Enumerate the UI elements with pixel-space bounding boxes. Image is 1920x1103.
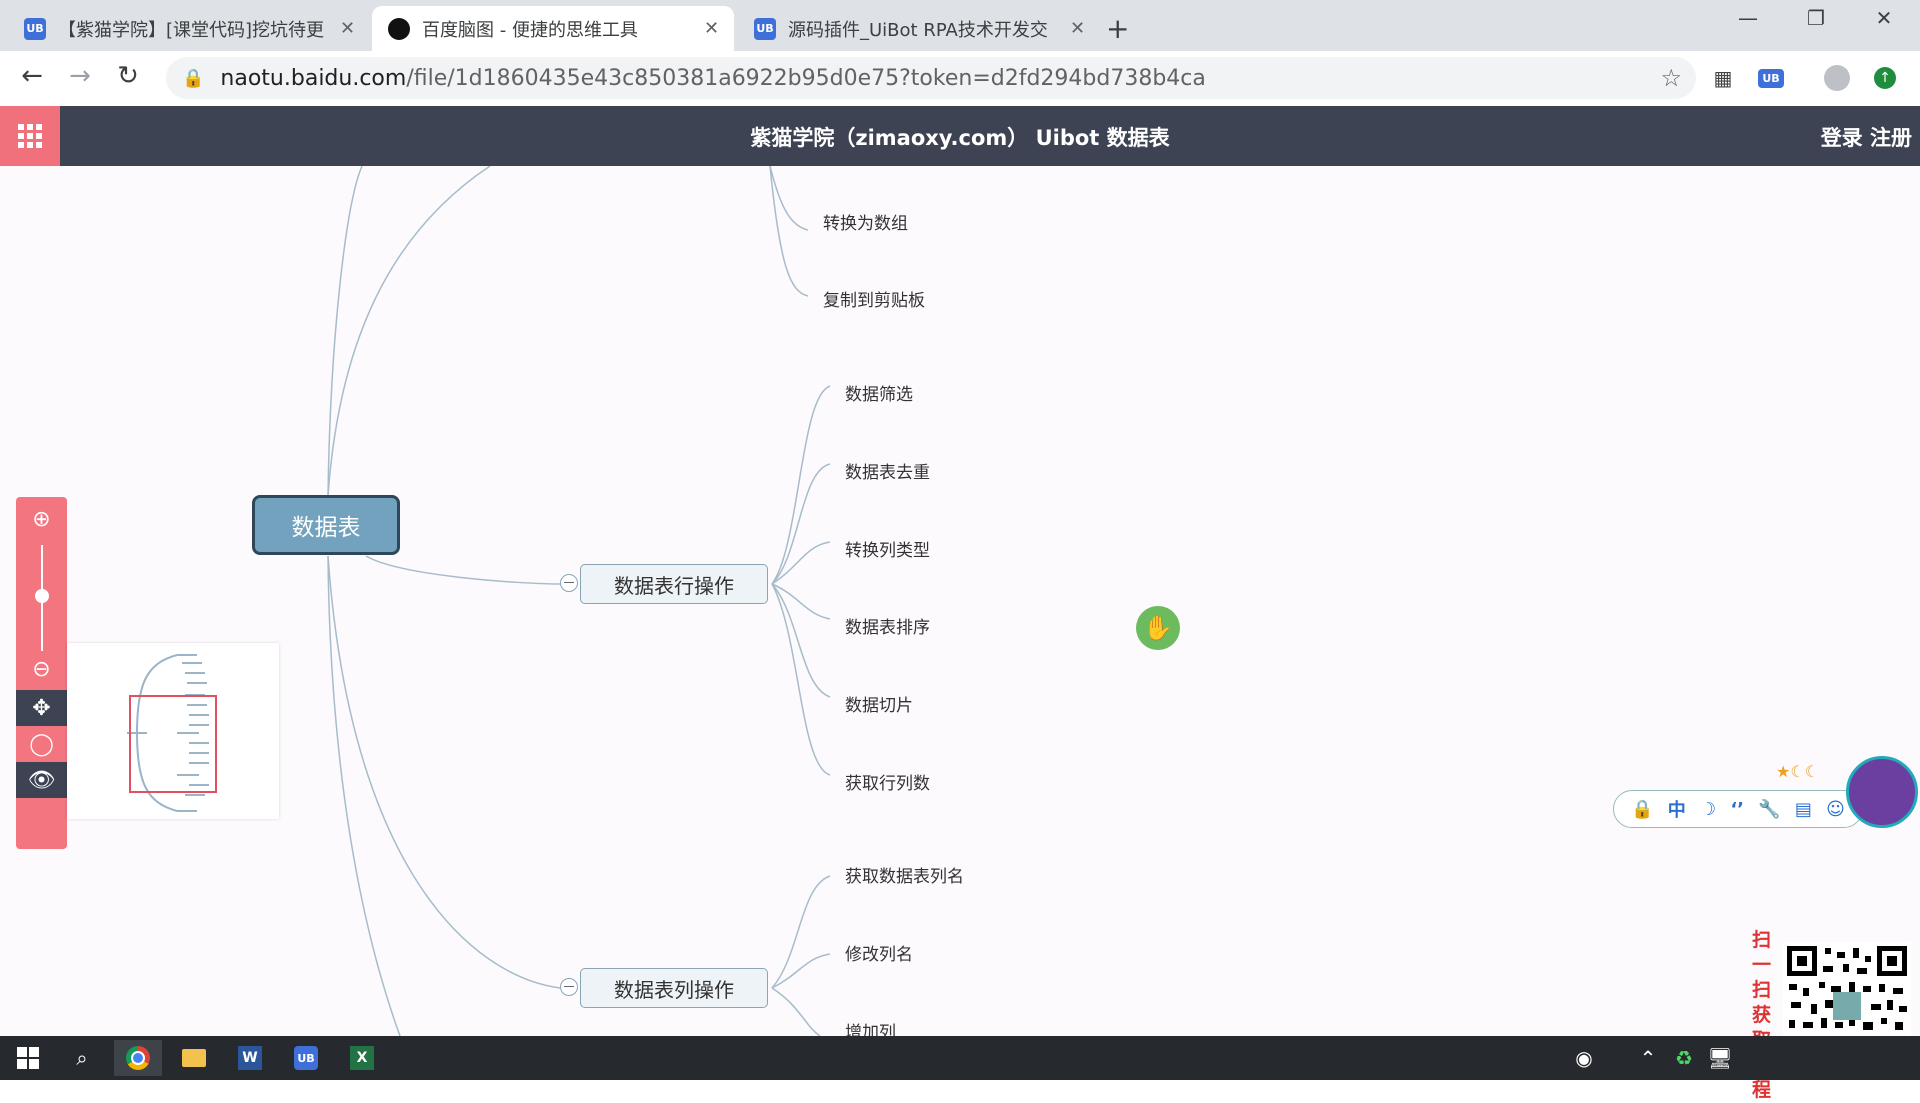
- ime-punctuation-icon[interactable]: ‘’: [1730, 799, 1744, 820]
- forward-arrow-icon[interactable]: →: [62, 61, 98, 91]
- new-tab-button[interactable]: +: [1106, 12, 1129, 45]
- zoom-out-icon[interactable]: ⊖: [16, 651, 67, 687]
- close-window-icon[interactable]: ✕: [1864, 6, 1904, 30]
- reload-icon[interactable]: ↻: [110, 61, 146, 91]
- windows-start-icon[interactable]: [4, 1040, 52, 1076]
- ime-status-icons: ★☾☾: [1776, 762, 1820, 781]
- update-arrow-icon[interactable]: ↑: [1870, 63, 1900, 93]
- move-arrows-icon[interactable]: ✥: [16, 690, 67, 726]
- mindmap-connectors: [327, 166, 831, 1036]
- uibot-favicon-icon: UB: [24, 17, 46, 40]
- collapse-toggle-icon[interactable]: [560, 978, 578, 996]
- url-text: naotu.baidu.com/file/1d1860435e43c850381…: [220, 65, 1206, 91]
- tab-close-icon[interactable]: ✕: [340, 18, 355, 39]
- qr-code-extension-icon[interactable]: ▦: [1708, 63, 1738, 93]
- mindmap-leaf[interactable]: 复制到剪贴板: [823, 286, 925, 311]
- ime-emoji-icon[interactable]: ☺: [1826, 799, 1845, 820]
- mindmap-leaf[interactable]: 数据表排序: [845, 613, 930, 638]
- uibot-extension-icon[interactable]: UB: [1756, 63, 1786, 93]
- ime-chinese-mode[interactable]: 中: [1668, 796, 1686, 822]
- network-tray-icon[interactable]: 🖥: [1696, 1040, 1744, 1076]
- browser-toolbar: ← → ↻ 🔒 naotu.baidu.com/file/1d1860435e4…: [0, 51, 1920, 107]
- restore-icon[interactable]: ❐: [1796, 6, 1836, 30]
- address-bar[interactable]: 🔒 naotu.baidu.com/file/1d1860435e43c8503…: [166, 57, 1696, 99]
- tab-close-icon[interactable]: ✕: [1070, 18, 1085, 39]
- ime-skin-icon[interactable]: ▤: [1795, 799, 1812, 820]
- ime-mascot-avatar[interactable]: [1846, 756, 1918, 828]
- windows-taskbar: ⌕ W UB X ◉ ⌃ ♻ 🖥: [0, 1036, 1920, 1080]
- eye-preview-icon[interactable]: 👁: [16, 762, 67, 798]
- ime-toolbar: 🔒 中 ☽ ‘’ 🔧 ▤ ☺: [1613, 790, 1863, 828]
- mindmap-node-row-ops[interactable]: 数据表行操作: [580, 564, 768, 604]
- minimap-viewport-frame[interactable]: [129, 695, 217, 793]
- uibot-icon[interactable]: UB: [282, 1040, 330, 1076]
- baidu-naotu-owl-icon: [388, 17, 410, 40]
- mindmap-leaf[interactable]: 数据切片: [845, 691, 913, 716]
- mindmap-leaf[interactable]: 增加列: [845, 1018, 896, 1036]
- chrome-icon[interactable]: [114, 1040, 162, 1076]
- uibot-favicon-icon: UB: [754, 17, 776, 40]
- ime-tools-icon[interactable]: 🔧: [1758, 799, 1780, 820]
- zoom-slider-handle[interactable]: [35, 589, 49, 603]
- zoom-in-icon[interactable]: ⊕: [16, 501, 67, 537]
- mindmap-node-col-ops[interactable]: 数据表列操作: [580, 968, 768, 1008]
- mindmap-leaf[interactable]: 转换为数组: [823, 209, 908, 234]
- tab-close-icon[interactable]: ✕: [704, 18, 719, 39]
- minimap[interactable]: [67, 643, 279, 819]
- app-header: 紫猫学院（zimaoxy.com） Uibot 数据表 登录 注册: [0, 106, 1920, 166]
- search-icon[interactable]: ⌕: [58, 1040, 106, 1076]
- document-title: 紫猫学院（zimaoxy.com） Uibot 数据表: [750, 126, 1170, 150]
- mindmap-leaf[interactable]: 转换列类型: [845, 536, 930, 561]
- word-icon[interactable]: W: [226, 1040, 274, 1076]
- mindmap-root-node[interactable]: 数据表: [252, 495, 400, 555]
- mindmap-leaf[interactable]: 数据表去重: [845, 458, 930, 483]
- tab-title: 源码插件_UiBot RPA技术开发交: [788, 19, 1048, 41]
- ime-lock-icon[interactable]: 🔒: [1631, 799, 1653, 820]
- locate-center-icon[interactable]: ◯: [16, 726, 67, 762]
- tab-zimao-course[interactable]: UB 【紫猫学院】[课堂代码]挖坑待更 ✕: [8, 6, 368, 51]
- tab-title: 百度脑图 - 便捷的思维工具: [422, 19, 638, 41]
- mindmap-canvas[interactable]: 转换为数组 复制到剪贴板 数据表 数据表行操作 数据筛选 数据表去重 转换列类型…: [0, 166, 1920, 1036]
- back-arrow-icon[interactable]: ←: [14, 61, 50, 91]
- hand-cursor-icon: ✋: [1136, 606, 1180, 650]
- tab-baidu-naotu[interactable]: 百度脑图 - 便捷的思维工具 ✕: [372, 6, 734, 51]
- mindmap-leaf[interactable]: 获取数据表列名: [845, 862, 964, 887]
- excel-icon[interactable]: X: [338, 1040, 386, 1076]
- lock-icon: 🔒: [182, 67, 205, 89]
- mindmap-leaf[interactable]: 获取行列数: [845, 769, 930, 794]
- bookmark-star-icon[interactable]: ☆: [1660, 64, 1682, 92]
- profile-avatar-icon[interactable]: [1822, 63, 1852, 93]
- qq-tray-icon[interactable]: ◉: [1560, 1040, 1608, 1076]
- tab-uibot-plugins[interactable]: UB 源码插件_UiBot RPA技术开发交 ✕: [738, 6, 1092, 51]
- mindmap-leaf[interactable]: 修改列名: [845, 940, 913, 965]
- minimize-icon[interactable]: —: [1728, 6, 1768, 30]
- zoom-panel: ⊕ ⊖ ✥ ◯ 👁: [16, 497, 67, 849]
- collapse-toggle-icon[interactable]: [560, 574, 578, 592]
- mindmap-leaf[interactable]: 数据筛选: [845, 380, 913, 405]
- ime-halfwidth-icon[interactable]: ☽: [1700, 799, 1716, 820]
- tab-title: 【紫猫学院】[课堂代码]挖坑待更: [58, 19, 325, 41]
- browser-tab-strip: UB 【紫猫学院】[课堂代码]挖坑待更 ✕ 百度脑图 - 便捷的思维工具 ✕ U…: [0, 0, 1920, 51]
- file-explorer-icon[interactable]: [170, 1040, 218, 1076]
- login-register-link[interactable]: 登录 注册: [1821, 122, 1912, 152]
